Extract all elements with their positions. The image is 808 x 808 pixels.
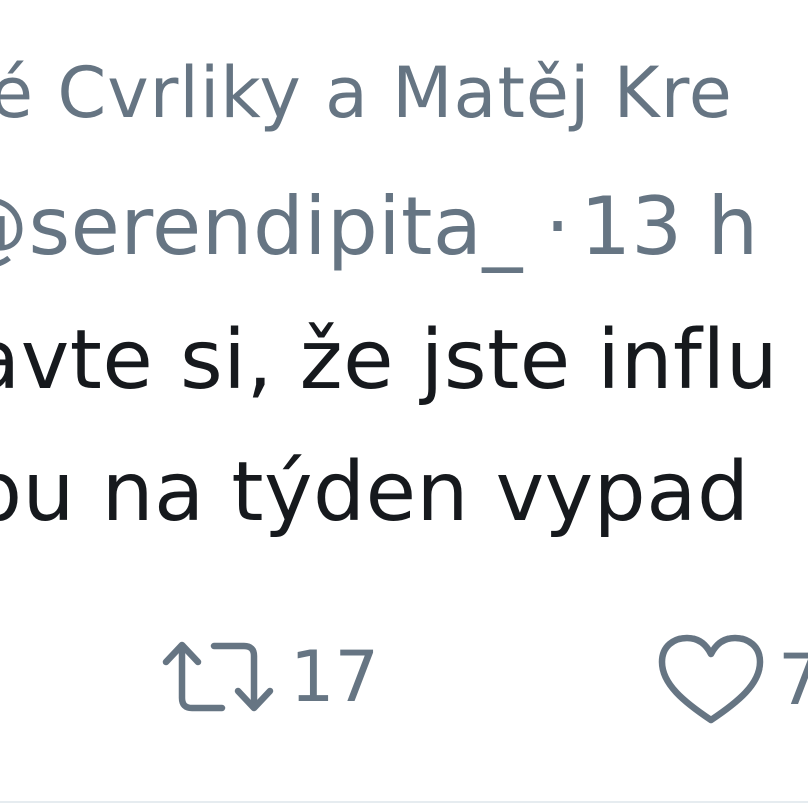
author-handle[interactable]: @serendipita_ xyxy=(0,180,523,273)
meta-separator: · xyxy=(544,180,571,273)
heart-icon xyxy=(658,634,764,724)
tweet-timestamp[interactable]: 13 h xyxy=(580,180,758,273)
retweet-count: 17 xyxy=(290,636,380,718)
like-count: 7 xyxy=(778,639,808,721)
social-context-line[interactable]: é Cvrliky a Matěj Kre xyxy=(0,58,733,128)
tweet-text-line-1: avte si, že jste influ xyxy=(0,313,779,408)
tweet-meta: @serendipita_ · 13 h xyxy=(0,187,758,267)
tweet-text-line-2: pu na týden vypad xyxy=(0,445,750,540)
tweet-card: é Cvrliky a Matěj Kre @serendipita_ · 13 h… xyxy=(0,0,808,808)
retweet-icon xyxy=(162,641,274,712)
retweet-button[interactable]: 17 xyxy=(160,636,379,718)
divider xyxy=(0,801,808,803)
like-button[interactable]: 7 xyxy=(656,632,808,728)
